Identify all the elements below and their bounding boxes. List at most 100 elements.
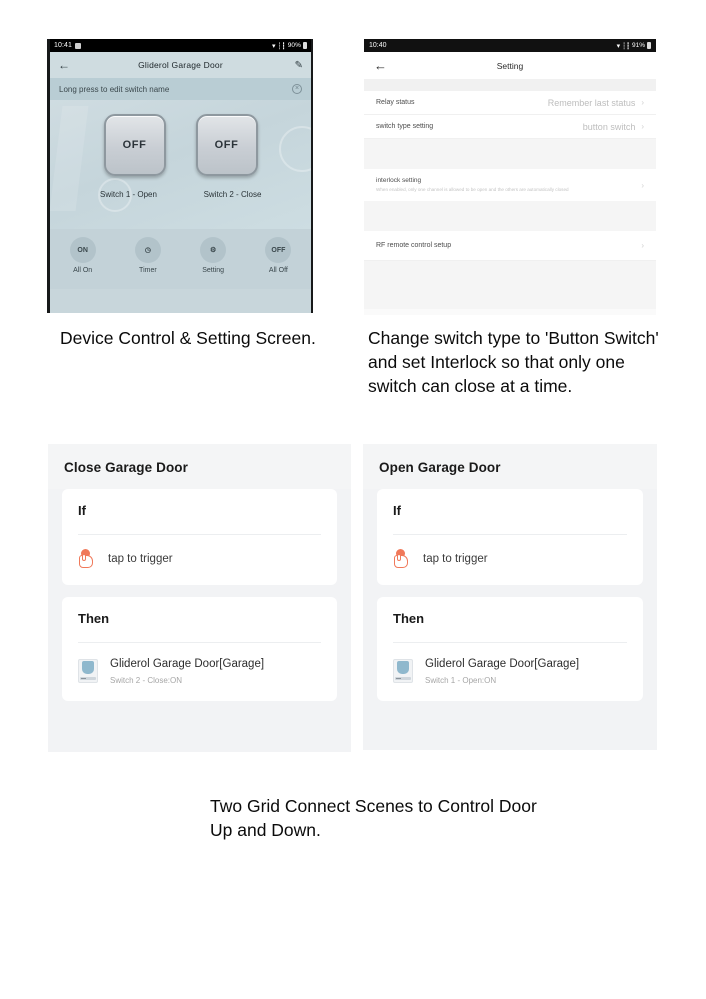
tab-setting-label: Setting [202, 267, 225, 274]
caption-switch-type: Change switch type to 'Button Switch' an… [368, 328, 659, 396]
all-on-icon: ON [69, 237, 96, 263]
switch-2-button[interactable]: OFF [195, 114, 258, 176]
wifi-icon: ▾ [272, 42, 276, 50]
scene-1-trigger-row[interactable]: tap to trigger [78, 535, 321, 585]
tab-timer-label: Timer [139, 267, 157, 274]
scene-2-trigger-row[interactable]: tap to trigger [393, 535, 627, 585]
switch-labels: Switch 1 - Open Switch 2 - Close [50, 176, 311, 199]
chevron-right-icon: › [641, 98, 644, 107]
status-bar-right-2: ▾ ┆┇ 91% [617, 42, 651, 50]
caption-device-control: Device Control & Setting Screen. [60, 328, 316, 348]
gap-block-2 [364, 201, 656, 232]
scene-1-header: Close Garage Door [48, 444, 351, 489]
scene-2-then-panel: Then Gliderol Garage Door[Garage] Switch… [377, 597, 643, 701]
chevron-right-icon-2: › [641, 122, 644, 131]
caption-scenes: Two Grid Connect Scenes to Control Door … [210, 796, 537, 840]
all-off-icon: OFF [265, 237, 292, 263]
tab-all-off[interactable]: OFF All Off [246, 237, 311, 274]
battery-percent: 90% [287, 42, 301, 49]
battery-icon [303, 42, 307, 49]
gear-icon: ⚙ [200, 237, 227, 263]
row-rf-remote-control-setup[interactable]: RF remote control setup › [364, 231, 656, 262]
switch-type-label: switch type setting [376, 123, 434, 130]
app-bar: ← Gliderol Garage Door ✎ [50, 52, 311, 78]
switch-2-label: Switch 2 - Close [203, 190, 262, 199]
scene-1-trigger-text: tap to trigger [108, 553, 173, 565]
interlock-title: interlock setting [376, 177, 422, 184]
scene-1-action-text: Gliderol Garage Door[Garage] Switch 2 - … [110, 657, 264, 685]
battery-icon-2 [647, 42, 651, 49]
scene-1-then-panel: Then Gliderol Garage Door[Garage] Switch… [62, 597, 337, 701]
switch-type-value: button switch [582, 121, 636, 132]
tab-all-off-label: All Off [268, 267, 288, 274]
scene-1-device-detail: Switch 2 - Close:ON [110, 675, 183, 685]
alarm-icon [75, 42, 82, 49]
gap-block-1 [364, 139, 656, 169]
row-interlock-setting[interactable]: interlock setting When enabled, only one… [364, 169, 656, 202]
wifi-icon-2: ▾ [616, 42, 621, 50]
interlock-text-column: interlock setting When enabled, only one… [376, 177, 641, 193]
close-icon[interactable]: × [292, 84, 302, 94]
status-bar: 10:41 ▾ ┆┇ 90% [50, 39, 311, 52]
status-time: 10:41 [54, 42, 73, 49]
app-bar-2: ← Setting [364, 52, 656, 79]
scene-1-device-name: Gliderol Garage Door[Garage] [110, 658, 265, 670]
scene-2-device-name: Gliderol Garage Door[Garage] [425, 658, 580, 670]
edit-pencil-icon[interactable]: ✎ [295, 60, 303, 71]
scene-2-action-row[interactable]: Gliderol Garage Door[Garage] Switch 1 - … [393, 643, 627, 701]
tap-to-trigger-icon-2 [393, 549, 411, 569]
bottom-tab-bar: ON All On ◷ Timer ⚙ Setting OFF All Off [50, 229, 311, 289]
tab-setting[interactable]: ⚙ Setting [181, 237, 246, 274]
background-circle-decoration-2 [98, 178, 132, 212]
signal-icon: ┆┇ [277, 42, 286, 50]
row-relay-status[interactable]: Relay status Remember last status › [364, 91, 656, 115]
device-control-screenshot: 10:41 ▾ ┆┇ 90% ← Gliderol Garage Door ✎ … [47, 39, 313, 313]
scene-1-then-label: Then [78, 611, 110, 626]
signal-icon-2: ┆┇ [622, 42, 630, 50]
switch-area: OFF OFF Switch 1 - Open Switch 2 - Close [50, 100, 311, 229]
scene-2-title: Open Garage Door [379, 460, 501, 475]
status-bar-2: 10:40 ▾ ┆┇ 91% [364, 39, 656, 52]
panel-gap-1 [48, 585, 351, 597]
relay-status-label: Relay status [376, 99, 415, 106]
relay-status-value: Remember last status [547, 97, 636, 108]
scene-1-if-panel: If tap to trigger [62, 489, 337, 585]
page-root: 10:41 ▾ ┆┇ 90% ← Gliderol Garage Door ✎ … [0, 0, 706, 999]
panel-gap-2 [363, 585, 657, 597]
scene-1-title: Close Garage Door [64, 460, 188, 475]
status-time-2: 10:40 [369, 42, 387, 49]
tap-to-trigger-icon [78, 549, 96, 569]
section-separator [364, 79, 656, 91]
scene-2-if-panel: If tap to trigger [377, 489, 643, 585]
scene-1-action-row[interactable]: Gliderol Garage Door[Garage] Switch 2 - … [78, 643, 321, 701]
battery-percent-2: 91% [631, 42, 645, 49]
scene-2-action-text: Gliderol Garage Door[Garage] Switch 1 - … [425, 657, 579, 685]
scene-card-close-garage-door: Close Garage Door If tap to trigger Then… [48, 444, 351, 752]
scene-2-then-label: Then [393, 611, 425, 626]
page-title-2: Setting [496, 60, 524, 71]
rf-remote-label: RF remote control setup [376, 242, 452, 250]
tab-all-on-label: All On [73, 267, 93, 274]
interlock-description: When enabled, only one channel is allowe… [376, 187, 569, 192]
scene-card-open-garage-door: Open Garage Door If tap to trigger Then … [363, 444, 657, 750]
switch-1-button[interactable]: OFF [103, 114, 166, 176]
page-title: Gliderol Garage Door [138, 60, 223, 70]
tab-timer[interactable]: ◷ Timer [115, 237, 180, 274]
hint-bar: Long press to edit switch name × [50, 78, 311, 100]
scene-2-trigger-text: tap to trigger [423, 553, 488, 565]
scene-2-if-label: If [393, 503, 401, 518]
status-bar-right: ▾ ┆┇ 90% [272, 42, 307, 50]
row-switch-type-setting[interactable]: switch type setting button switch › [364, 115, 656, 139]
settings-section-1: Relay status Remember last status › swit… [364, 91, 656, 139]
garage-device-icon-2 [393, 658, 413, 683]
status-bar-left: 10:41 [54, 42, 82, 49]
switch-buttons: OFF OFF [50, 100, 311, 176]
clock-icon: ◷ [134, 237, 161, 263]
chevron-right-icon-3: › [641, 180, 644, 190]
chevron-right-icon-4: › [641, 241, 644, 251]
hint-text: Long press to edit switch name [59, 84, 170, 94]
setting-screenshot: 10:40 ▾ ┆┇ 91% ← Setting Relay status Re… [364, 39, 656, 315]
scene-2-header: Open Garage Door [363, 444, 657, 489]
scene-2-device-detail: Switch 1 - Open:ON [425, 675, 497, 685]
tab-all-on[interactable]: ON All On [50, 237, 115, 274]
